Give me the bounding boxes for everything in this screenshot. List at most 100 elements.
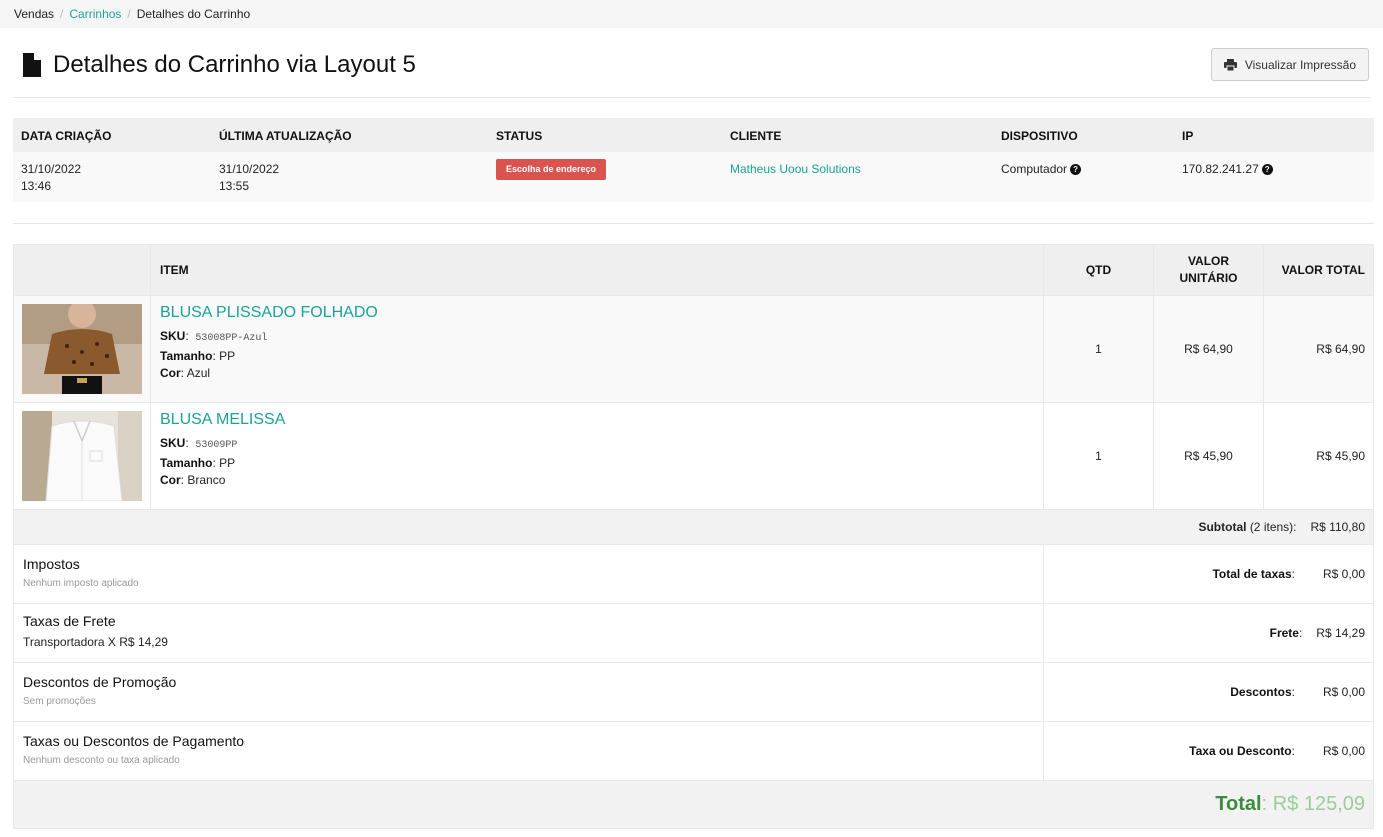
subtotal-cell: Subtotal (2 itens): R$ 110,80: [13, 509, 1374, 545]
freight-label: Frete: [1269, 626, 1299, 640]
header-ip: IP: [1182, 129, 1194, 143]
subtotal-count: (2 itens):: [1249, 520, 1297, 534]
ip-text: 170.82.241.27: [1182, 162, 1259, 176]
cart-info-panel: DATA CRIAÇÃO ÚLTIMA ATUALIZAÇÃO STATUS C…: [13, 118, 1374, 202]
product-total-price: R$ 64,90: [1263, 295, 1374, 403]
payment-info: Taxas ou Descontos de Pagamento Nenhum d…: [13, 721, 1044, 781]
device-text: Computador: [1001, 162, 1068, 176]
header-unit-label: VALOR UNITÁRIO: [1179, 254, 1238, 285]
payment-title: Taxas ou Descontos de Pagamento: [23, 732, 245, 749]
payment-sub: Nenhum desconto ou taxa aplicado: [23, 754, 180, 766]
payment-label: Taxa ou Desconto: [1189, 744, 1292, 758]
size-label: Tamanho: [160, 348, 213, 363]
product-unit-price: R$ 64,90: [1153, 295, 1264, 403]
product-qtd: 1: [1043, 295, 1154, 403]
sku-label: SKU: [160, 329, 186, 343]
header-created: DATA CRIAÇÃO: [21, 129, 112, 143]
client-link[interactable]: Matheus Uoou Solutions: [730, 161, 861, 178]
section-divider: [13, 223, 1374, 224]
color-value: Branco: [187, 473, 226, 487]
page-header: Detalhes do Carrinho via Layout 5 Visual…: [13, 28, 1370, 98]
sku-value: 53009PP: [195, 440, 238, 451]
header-qtd: QTD: [1043, 244, 1154, 296]
print-preview-label: Visualizar Impressão: [1244, 57, 1356, 72]
color-label: Cor: [160, 366, 181, 380]
taxes-info: Impostos Nenhum imposto aplicado: [13, 544, 1044, 604]
promo-sub: Sem promoções: [23, 695, 96, 707]
updated-date: 31/10/2022: [219, 162, 280, 176]
total-row: Total: R$ 125,09: [13, 780, 1374, 829]
taxes-total: Total de taxas: R$ 0,00: [1043, 544, 1374, 604]
sku-value: 53008PP-Azul: [195, 333, 268, 344]
color-label: Cor: [160, 473, 181, 487]
print-preview-button[interactable]: Visualizar Impressão: [1210, 48, 1369, 81]
product-qtd: 1: [1043, 402, 1154, 510]
breadcrumb-separator: /: [60, 7, 64, 21]
file-icon: [23, 53, 41, 77]
payment-row: Taxas ou Descontos de Pagamento Nenhum d…: [13, 721, 1374, 781]
taxes-title: Impostos: [23, 555, 80, 572]
freight-value: R$ 14,29: [1316, 626, 1365, 640]
status-badge: Escolha de endereço: [496, 159, 607, 180]
updated-time: 13:55: [219, 179, 250, 193]
page-title: Detalhes do Carrinho via Layout 5: [53, 51, 416, 78]
freight-row: Taxas de Frete Transportadora X R$ 14,29…: [13, 603, 1374, 663]
created-date: 31/10/2022: [21, 162, 82, 176]
total-value: R$ 125,09: [1272, 793, 1365, 815]
subtotal-label: Subtotal: [1198, 520, 1247, 534]
taxes-label: Total de taxas: [1212, 567, 1292, 581]
promo-value: R$ 0,00: [1322, 685, 1365, 699]
freight-total: Frete: R$ 14,29: [1043, 603, 1374, 663]
freight-info: Taxas de Frete Transportadora X R$ 14,29: [13, 603, 1044, 663]
product-total-price: R$ 45,90: [1263, 402, 1374, 510]
subtotal-value: R$ 110,80: [1310, 520, 1366, 534]
header-total-value: VALOR TOTAL: [1263, 244, 1374, 296]
total-colon: :: [1261, 793, 1273, 815]
updated-value: 31/10/2022 13:55: [219, 161, 279, 195]
product-size: Tamanho: PP: [160, 455, 236, 470]
taxes-row: Impostos Nenhum imposto aplicado Total d…: [13, 544, 1374, 604]
table-row: BLUSA MELISSA SKU: 53009PP Tamanho: PP C…: [13, 402, 1374, 510]
device-value: Computador?: [1001, 161, 1082, 178]
product-image-cell: [13, 402, 151, 510]
cart-items-table: ITEM QTD VALOR UNITÁRIO VALOR TOTAL BLUS…: [13, 244, 1374, 829]
header-client: CLIENTE: [730, 129, 782, 143]
total-label: Total: [1215, 793, 1262, 815]
breadcrumb-sales[interactable]: Vendas: [14, 7, 54, 21]
promo-row: Descontos de Promoção Sem promoções Desc…: [13, 662, 1374, 722]
header-image: [13, 244, 151, 296]
question-circle-icon[interactable]: ?: [1261, 164, 1273, 175]
product-thumbnail[interactable]: [22, 411, 142, 501]
freight-sub: Transportadora X R$ 14,29: [23, 635, 168, 649]
ip-value: 170.82.241.27?: [1182, 161, 1273, 178]
size-value: PP: [219, 455, 236, 470]
taxes-value: R$ 0,00: [1322, 567, 1365, 581]
payment-total: Taxa ou Desconto: R$ 0,00: [1043, 721, 1374, 781]
product-unit-price: R$ 45,90: [1153, 402, 1264, 510]
product-info: BLUSA PLISSADO FOLHADO SKU: 53008PP-Azul…: [150, 295, 1044, 403]
product-thumbnail[interactable]: [22, 304, 142, 394]
promo-label: Descontos: [1230, 685, 1292, 699]
taxes-sub: Nenhum imposto aplicado: [23, 577, 139, 589]
header-status: STATUS: [496, 129, 543, 143]
header-unit-value: VALOR UNITÁRIO: [1153, 244, 1264, 296]
size-value: PP: [219, 348, 236, 363]
promo-title: Descontos de Promoção: [23, 673, 177, 690]
size-label: Tamanho: [160, 455, 213, 470]
product-size: Tamanho: PP: [160, 348, 236, 363]
product-name-link[interactable]: BLUSA MELISSA: [160, 410, 1034, 429]
created-time: 13:46: [21, 179, 52, 193]
question-circle-icon[interactable]: ?: [1070, 164, 1082, 175]
page-title-wrap: Detalhes do Carrinho via Layout 5: [23, 51, 416, 79]
sku-label: SKU: [160, 436, 186, 450]
header-item: ITEM: [150, 244, 1044, 296]
created-value: 31/10/2022 13:46: [21, 161, 81, 195]
cart-info-header: DATA CRIAÇÃO ÚLTIMA ATUALIZAÇÃO STATUS C…: [13, 118, 1374, 152]
table-row: BLUSA PLISSADO FOLHADO SKU: 53008PP-Azul…: [13, 295, 1374, 403]
product-image-cell: [13, 295, 151, 403]
breadcrumb-carts[interactable]: Carrinhos: [69, 7, 121, 21]
product-sku: SKU: 53009PP: [160, 436, 238, 451]
promo-info: Descontos de Promoção Sem promoções: [13, 662, 1044, 722]
payment-value: R$ 0,00: [1322, 744, 1365, 758]
product-name-link[interactable]: BLUSA PLISSADO FOLHADO: [160, 303, 1034, 322]
